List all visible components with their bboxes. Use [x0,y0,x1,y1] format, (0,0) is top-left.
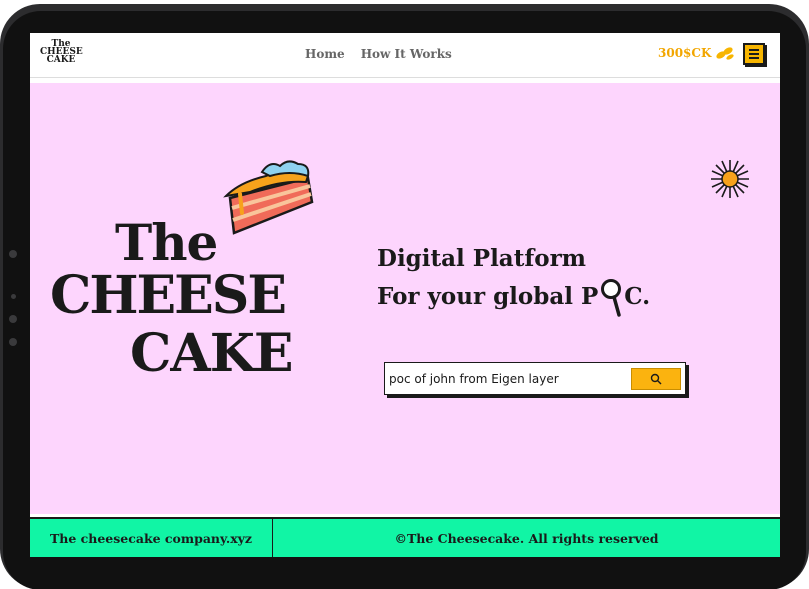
app-screen: The CHEESE CAKE Home How It Works 300$CK [30,33,780,557]
magnifier-icon [601,279,622,317]
tagline-line-2: For your global P C. [377,277,650,317]
logo-cheese-text: CHEESE [50,265,287,326]
side-button [11,294,16,299]
side-button [9,250,17,258]
header-logo[interactable]: The CHEESE CAKE [40,40,83,70]
balance-amount: 300$CK [658,46,712,60]
nav-how-it-works-link[interactable]: How It Works [361,47,452,61]
nav-home-link[interactable]: Home [305,47,345,61]
logo-cake-text: CAKE [130,323,294,384]
side-button [9,338,17,346]
logo-the-text: The [115,213,218,272]
footer-copyright: ©The Cheesecake. All rights reserved [394,530,659,546]
search-input[interactable] [389,368,625,390]
starburst-icon [711,160,749,198]
hamburger-menu-icon[interactable] [743,43,765,65]
tagline-text: C. [624,283,651,310]
hero-tagline: Digital Platform For your global P C. [377,241,650,317]
hero-section: The CHEESE CAKE Digital Platform For you… [30,83,780,514]
token-balance[interactable]: 300$CK [658,46,735,60]
tagline-text: For your global P [377,283,599,310]
footer-bar: The cheesecake company.xyz ©The Cheeseca… [30,517,780,557]
search-bar [384,362,686,395]
tagline-line-1: Digital Platform [377,245,587,272]
search-button[interactable] [631,368,681,390]
side-button [9,315,17,323]
main-nav: Home How It Works [305,47,452,61]
logo-text: CAKE [46,55,76,65]
hero-logo: The CHEESE CAKE [50,213,340,393]
footer-company-link[interactable]: The cheesecake company.xyz [30,519,273,557]
coins-icon [716,47,734,60]
search-icon [650,373,662,385]
top-nav-bar: The CHEESE CAKE Home How It Works 300$CK [30,33,780,78]
